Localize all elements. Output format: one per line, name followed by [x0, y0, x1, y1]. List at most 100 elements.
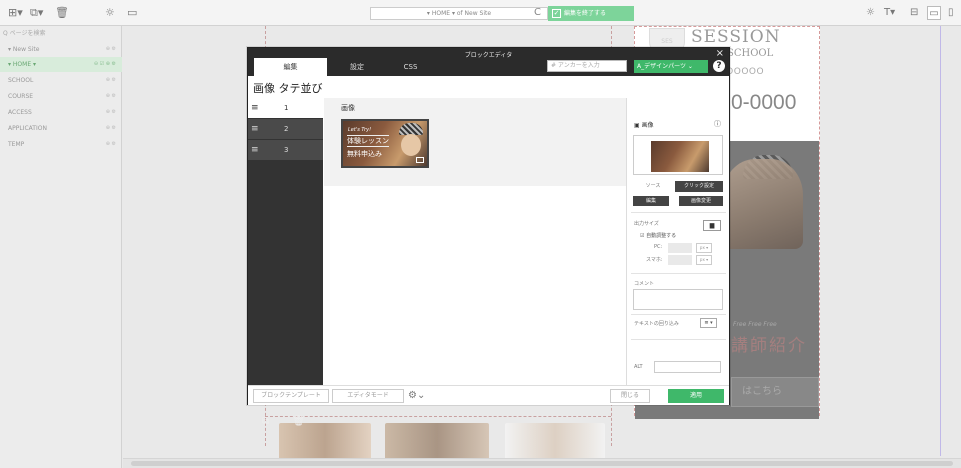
- finish-editing-button[interactable]: ✓ 編集を終了する: [548, 6, 634, 21]
- image-thumbnail[interactable]: Let's Try! 体験レッスン 無料申込み: [341, 119, 429, 168]
- page-add-icon[interactable]: ⊞▾: [8, 6, 23, 20]
- thumb-text: 無料申込み: [347, 150, 382, 158]
- alt-input[interactable]: [654, 361, 721, 373]
- thumb-text: Let's Try!: [348, 127, 372, 133]
- pc-unit-select[interactable]: px ▾: [696, 243, 712, 253]
- preview-image: [651, 141, 709, 172]
- divider: [631, 339, 726, 340]
- item-actions[interactable]: ⊕ ⚙: [106, 42, 116, 57]
- image-properties-panel: ▣ 画像 ⓘ ソース クリック設定 編集 画像変更 出力サイズ ▆ ☑ 自動調整…: [626, 98, 729, 385]
- horizontal-scrollbar[interactable]: [123, 458, 961, 468]
- edit-image-button[interactable]: 編集: [633, 196, 669, 206]
- sidebar-item-course[interactable]: COURSE ⊕ ⚙: [0, 89, 122, 104]
- sidebar-item-school[interactable]: SCHOOL ⊕ ⚙: [0, 73, 122, 88]
- gear-icon[interactable]: ⚙⌄: [408, 389, 425, 403]
- item-actions[interactable]: ⊕ ⚙: [106, 105, 116, 120]
- row-tools: ⧉ 🗑: [262, 416, 305, 427]
- teacher-photo: [723, 159, 803, 249]
- panel-title-text: 画像: [641, 122, 654, 129]
- thumb-text: 体験レッスン: [347, 135, 389, 147]
- tab-settings[interactable]: 設定: [327, 58, 387, 76]
- design-parts-button[interactable]: A_デザインパーツ ⌄: [634, 60, 708, 73]
- page-address-bar[interactable]: ▾ HOME ▾ of New Site: [370, 7, 548, 20]
- drag-handle-icon[interactable]: ≡: [251, 119, 259, 139]
- comment-label: コメント: [634, 281, 655, 287]
- grid-icon[interactable]: ⊟: [910, 6, 918, 20]
- selected-row-content: 画像 Let's Try! 体験レッスン 無料申込み: [324, 98, 626, 186]
- page-copy-icon[interactable]: ⧉▾: [30, 6, 43, 20]
- sp-label: スマホ:: [646, 257, 663, 263]
- row-number: 2: [284, 125, 289, 133]
- divider: [631, 314, 726, 315]
- image-size-icon[interactable]: ▆: [703, 220, 721, 231]
- trash-icon[interactable]: 🗑: [55, 6, 69, 20]
- top-toolbar: ⊞▾ ⧉▾ 🗑 ☼ ▭ ▾ HOME ▾ of New Site C ✓ 編集を…: [0, 0, 961, 26]
- viewport-edge-guide: [940, 26, 941, 456]
- block-rows-list: ≡ 1 ≡ 2 ≡ 3 ⧉ 🗑: [248, 98, 323, 427]
- drag-handle-icon[interactable]: ≡: [251, 140, 259, 160]
- sp-size-field[interactable]: [668, 255, 692, 265]
- photo-thumbnail: [279, 423, 371, 463]
- logo-text: SESSION: [691, 27, 781, 47]
- help-icon[interactable]: ⓘ: [714, 119, 721, 129]
- dialog-footer: ブロックテンプレート エディタモード ⚙⌄ 閉じる 適用: [248, 385, 729, 405]
- pc-size-field[interactable]: [668, 243, 692, 253]
- close-button[interactable]: 閉じる: [610, 389, 650, 403]
- text-icon[interactable]: T▾: [884, 6, 895, 20]
- sidebar-item-temp[interactable]: TEMP ⊕ ⚙: [0, 137, 122, 152]
- item-actions[interactable]: ⊕ ⚙: [106, 121, 116, 136]
- sidebar-item-label: SCHOOL: [8, 77, 34, 84]
- check-icon: ✓: [552, 9, 561, 18]
- image-label: 画像: [341, 104, 355, 112]
- tab-css[interactable]: CSS: [387, 58, 434, 76]
- block-editor-dialog: ブロックエディタ × 編集 設定 CSS # アンカーを入力 A_デザインパーツ…: [247, 47, 730, 427]
- text-wrap-select[interactable]: ≣ ▾: [700, 318, 717, 328]
- divider: [631, 273, 726, 274]
- alt-label: ALT: [634, 364, 643, 370]
- tab-source[interactable]: ソース: [633, 181, 673, 192]
- scrollbar-thumb[interactable]: [131, 461, 953, 466]
- drag-handle-icon[interactable]: ≡: [251, 98, 259, 118]
- anchor-input[interactable]: # アンカーを入力: [547, 60, 627, 72]
- sidebar-item-label: ▾ HOME ▾: [8, 61, 37, 68]
- phone-number: 0-0000: [731, 91, 797, 114]
- auto-adjust-checkbox[interactable]: ☑ 自動調整する: [640, 232, 676, 239]
- page-tree-sidebar: Q ページを検索 ▾ New Site ⊕ ⚙ ▾ HOME ▾ ⊖ ☑ ⊕ ⚙…: [0, 26, 122, 468]
- photo-thumbnail: [505, 423, 605, 463]
- desktop-icon[interactable]: ▭: [927, 6, 941, 20]
- sp-unit-select[interactable]: px ▾: [696, 255, 712, 265]
- delete-row-icon[interactable]: 🗑: [292, 416, 305, 427]
- sidebar-item-application[interactable]: APPLICATION ⊕ ⚙: [0, 121, 122, 136]
- item-actions[interactable]: ⊕ ⚙: [106, 73, 116, 88]
- row-number: 3: [284, 146, 289, 154]
- item-actions[interactable]: ⊕ ⚙: [106, 89, 116, 104]
- mobile-icon[interactable]: ▯: [948, 6, 954, 20]
- close-icon[interactable]: ×: [716, 49, 724, 59]
- free-text: Free Free Free: [733, 321, 777, 328]
- output-size-label: 出力サイズ: [634, 221, 659, 227]
- item-actions[interactable]: ⊖ ☑ ⊕ ⚙: [94, 57, 116, 72]
- help-icon[interactable]: ?: [713, 60, 725, 72]
- sidebar-item-new-site[interactable]: ▾ New Site ⊕ ⚙: [0, 42, 122, 57]
- settings-icon[interactable]: ☼: [105, 6, 115, 20]
- change-image-button[interactable]: 画像変更: [679, 196, 723, 206]
- comment-textarea[interactable]: [633, 289, 723, 310]
- reload-icon[interactable]: C: [534, 7, 541, 19]
- apply-button[interactable]: 適用: [668, 389, 724, 403]
- gear-icon[interactable]: ☼: [866, 6, 875, 20]
- editor-mode-button[interactable]: エディタモード: [332, 389, 404, 403]
- block-template-button[interactable]: ブロックテンプレート: [253, 389, 329, 403]
- sidebar-item-access[interactable]: ACCESS ⊕ ⚙: [0, 105, 122, 120]
- tab-edit[interactable]: 編集: [254, 58, 327, 76]
- row-item-3[interactable]: ≡ 3: [248, 140, 323, 160]
- sidebar-item-label: APPLICATION: [8, 125, 47, 132]
- item-actions[interactable]: ⊕ ⚙: [106, 137, 116, 152]
- sidebar-item-home[interactable]: ▾ HOME ▾ ⊖ ☑ ⊕ ⚙: [0, 57, 122, 72]
- layout-icon[interactable]: ▭: [127, 6, 137, 20]
- row-item-2[interactable]: ≡ 2: [248, 119, 323, 139]
- row-item-1[interactable]: ≡ 1: [248, 98, 323, 118]
- page-search-input[interactable]: Q ページを検索: [3, 29, 119, 39]
- tab-click-settings[interactable]: クリック設定: [675, 181, 723, 192]
- copy-row-icon[interactable]: ⧉: [262, 416, 269, 427]
- more-button[interactable]: はこちら: [731, 377, 819, 407]
